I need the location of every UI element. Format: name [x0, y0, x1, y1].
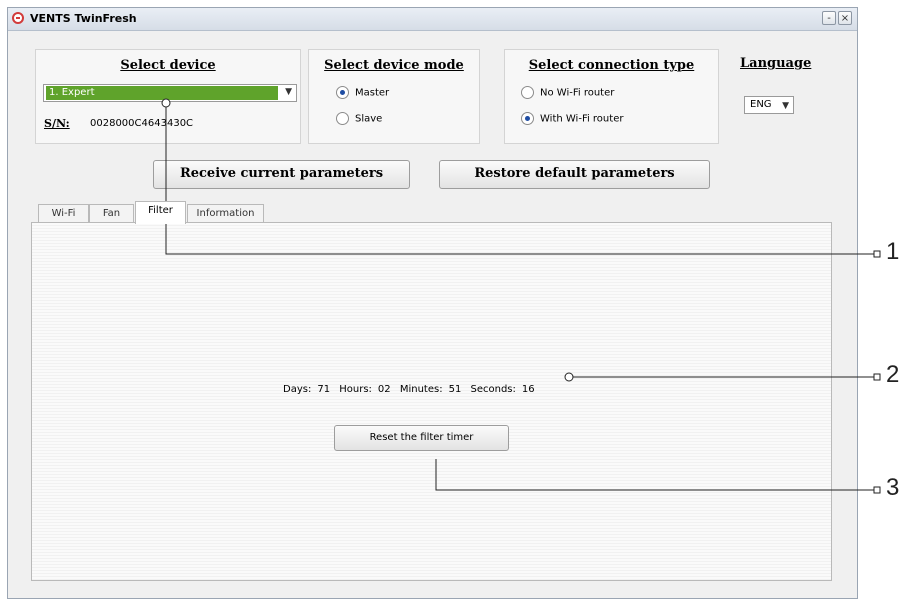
callout-2-anchor — [564, 372, 574, 382]
callout-3-end — [873, 486, 881, 494]
callout-1-anchor — [161, 98, 171, 108]
callout-number-2: 2 — [886, 361, 900, 388]
callout-number-1: 1 — [886, 238, 900, 265]
callout-2-end — [873, 373, 881, 381]
callout-1-end — [873, 250, 881, 258]
callout-leader-lines — [161, 98, 881, 494]
callout-1-line — [165, 103, 874, 255]
tab-filter[interactable]: Filter — [135, 201, 186, 224]
callout-3-line — [435, 459, 874, 491]
callout-number-3: 3 — [886, 474, 900, 501]
